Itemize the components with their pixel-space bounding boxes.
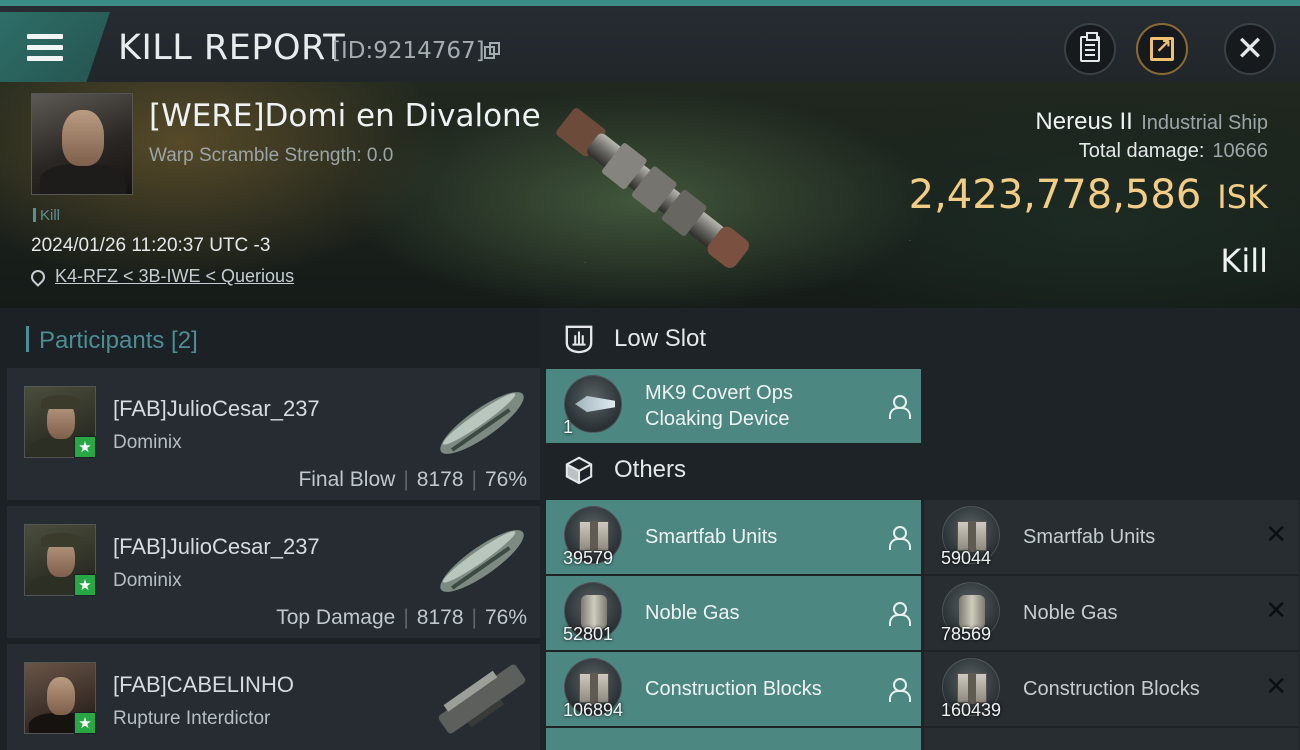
page-title: KILL REPORT: [118, 28, 346, 68]
item-name: Smartfab Units: [1023, 526, 1156, 548]
close-icon: ✕: [1235, 29, 1265, 69]
participant-role: Final Blow: [298, 468, 396, 491]
fitting-panel: Low Slot 1 MK9 Covert Ops Cloaking Devic…: [540, 308, 1300, 750]
total-damage-value: 10666: [1212, 140, 1268, 162]
menu-button[interactable]: [0, 12, 110, 84]
victim-ship-image: [556, 108, 749, 268]
participant-name[interactable]: [FAB]JulioCesar_237: [113, 396, 320, 422]
isk-value: 2,423,778,586: [908, 172, 1202, 218]
item-card[interactable]: 78569 Noble Gas ✕: [924, 576, 1299, 650]
participant-name[interactable]: [FAB]JulioCesar_237: [113, 534, 320, 560]
low-slot-section-header: Low Slot: [564, 324, 706, 354]
participant-stats: Top Damage | 8178 | 76%: [276, 606, 527, 629]
dropped-person-icon: [889, 395, 911, 419]
share-icon: [1150, 34, 1174, 61]
item-name-line1: MK9 Covert Ops: [645, 382, 793, 404]
participant-damage: 8178: [416, 606, 464, 629]
item-quantity: 52801: [563, 624, 614, 644]
participant-name[interactable]: [FAB]CABELINHO: [113, 672, 294, 698]
participant-card[interactable]: ★ [FAB]CABELINHO Rupture Interdictor: [7, 644, 540, 750]
item-card[interactable]: 1 MK9 Covert Ops Cloaking Device: [546, 369, 921, 443]
participant-stats: Final Blow | 8178 | 76%: [298, 468, 527, 491]
star-icon: ★: [74, 436, 96, 458]
destroyed-x-icon: ✕: [1265, 672, 1287, 702]
participants-panel: Participants [2] ★ [FAB]JulioCesar_237 D…: [0, 308, 540, 750]
item-quantity: 78569: [941, 624, 992, 644]
participant-ship: Dominix: [113, 432, 182, 453]
item-card[interactable]: [546, 728, 921, 750]
participant-card[interactable]: ★ [FAB]JulioCesar_237 Dominix Final Blow…: [7, 368, 540, 502]
copy-id-icon[interactable]: [484, 42, 500, 60]
low-slot-label: Low Slot: [614, 325, 707, 352]
others-section-header: Others: [564, 455, 686, 485]
kill-timestamp: 2024/01/26 11:20:37 UTC -3: [31, 235, 271, 256]
item-card[interactable]: 52801 Noble Gas: [546, 576, 921, 650]
item-name-line2: Cloaking Device: [645, 408, 790, 430]
item-name: Noble Gas: [645, 602, 740, 624]
item-quantity: 59044: [941, 548, 992, 568]
share-button[interactable]: [1136, 23, 1188, 75]
kill-location[interactable]: K4-RFZ < 3B-IWE < Querious: [28, 266, 294, 287]
total-damage-label: Total damage:: [1078, 140, 1205, 162]
participant-percent: 76%: [484, 606, 527, 629]
destroyed-x-icon: ✕: [1265, 596, 1287, 626]
isk-value-line: 2,423,778,586 ISK: [909, 172, 1268, 218]
top-bar: KILL REPORT [ID:9214767] ✕: [0, 0, 1300, 84]
dropped-person-icon: [889, 678, 911, 702]
location-pin-icon: [28, 266, 48, 287]
participant-ship: Dominix: [113, 570, 182, 591]
clipboard-button[interactable]: [1064, 23, 1116, 75]
warp-scramble-strength: Warp Scramble Strength: 0.0: [149, 145, 394, 166]
item-card[interactable]: 160439 Construction Blocks ✕: [924, 652, 1299, 726]
report-id: [ID:9214767]: [332, 38, 485, 64]
kill-result: Kill: [1220, 242, 1268, 280]
others-label: Others: [614, 456, 687, 483]
item-quantity: 106894: [563, 700, 624, 720]
item-name: Construction Blocks: [1023, 678, 1200, 700]
participant-card[interactable]: ★ [FAB]JulioCesar_237 Dominix Top Damage…: [7, 506, 540, 640]
isk-unit: ISK: [1217, 178, 1268, 216]
participant-ship-icon: [438, 664, 526, 734]
star-icon: ★: [74, 712, 96, 734]
dropped-person-icon: [889, 526, 911, 550]
participants-header[interactable]: Participants [2]: [26, 326, 198, 355]
clipboard-icon: [1080, 32, 1100, 62]
item-card[interactable]: 59044 Smartfab Units ✕: [924, 500, 1299, 574]
item-card[interactable]: [924, 728, 1299, 750]
ship-name[interactable]: Nereus II: [1035, 108, 1132, 135]
location-link[interactable]: K4-RFZ < 3B-IWE < Querious: [55, 266, 294, 287]
item-card[interactable]: 39579 Smartfab Units: [546, 500, 921, 574]
participant-ship-icon: [440, 392, 524, 454]
participant-ship: Rupture Interdictor: [113, 708, 271, 729]
item-name: Construction Blocks: [645, 678, 822, 700]
low-slot-icon: [565, 325, 593, 354]
victim-ship-info: Nereus II Industrial Ship: [1035, 108, 1268, 136]
star-icon: ★: [74, 574, 96, 596]
total-damage: Total damage: 10666: [1079, 140, 1268, 163]
item-name: Smartfab Units: [645, 526, 778, 548]
participant-role: Top Damage: [276, 606, 396, 629]
dropped-person-icon: [889, 602, 911, 626]
destroyed-x-icon: ✕: [1265, 520, 1287, 550]
participant-ship-icon: [440, 530, 524, 592]
item-quantity: 39579: [563, 548, 614, 568]
victim-portrait[interactable]: [31, 93, 133, 195]
hamburger-menu-icon: [27, 34, 63, 62]
cube-icon: [565, 456, 593, 485]
item-name: Noble Gas: [1023, 602, 1118, 624]
victim-summary: [WERE]Domi en Divalone Warp Scramble Str…: [0, 82, 1300, 308]
item-quantity: 1: [563, 417, 574, 437]
participant-percent: 76%: [484, 468, 527, 491]
kill-tag: Kill: [33, 207, 60, 224]
item-name: MK9 Covert Ops Cloaking Device: [645, 380, 793, 432]
close-button[interactable]: ✕: [1224, 23, 1276, 75]
item-card[interactable]: 106894 Construction Blocks: [546, 652, 921, 726]
item-quantity: 160439: [941, 700, 1002, 720]
participant-damage: 8178: [416, 468, 464, 491]
ship-class: Industrial Ship: [1141, 112, 1268, 134]
victim-name[interactable]: [WERE]Domi en Divalone: [149, 98, 541, 134]
